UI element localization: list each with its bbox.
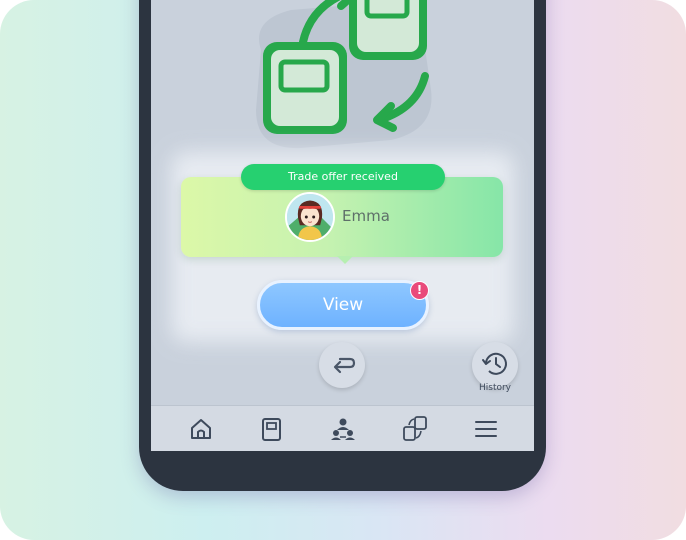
history-label: History bbox=[478, 383, 512, 393]
dex-card-icon bbox=[262, 418, 281, 441]
friends-icon bbox=[331, 418, 355, 440]
trade-icon bbox=[403, 416, 427, 441]
bottom-nav bbox=[151, 405, 534, 451]
nav-menu[interactable] bbox=[472, 415, 500, 443]
app-screen: Trade offer received Emma View ! History bbox=[151, 0, 534, 451]
back-arrow-icon bbox=[333, 357, 356, 374]
back-button[interactable] bbox=[319, 342, 365, 388]
menu-icon bbox=[475, 421, 497, 437]
nav-dex[interactable] bbox=[257, 415, 285, 443]
trade-offer-banner: Trade offer received bbox=[241, 164, 445, 190]
alert-badge: ! bbox=[410, 281, 429, 300]
trade-offer-card[interactable]: Trade offer received Emma bbox=[181, 164, 503, 264]
nav-friends[interactable] bbox=[329, 415, 357, 443]
history-button[interactable]: History bbox=[472, 342, 518, 393]
home-icon bbox=[191, 419, 211, 439]
trainer-avatar bbox=[285, 192, 335, 242]
history-clock-icon bbox=[482, 352, 507, 375]
view-button[interactable]: View bbox=[257, 280, 429, 330]
trainer-name: Emma bbox=[342, 207, 390, 225]
nav-trade[interactable] bbox=[401, 415, 429, 443]
nav-home[interactable] bbox=[187, 415, 215, 443]
trade-swap-icon bbox=[256, 0, 432, 149]
